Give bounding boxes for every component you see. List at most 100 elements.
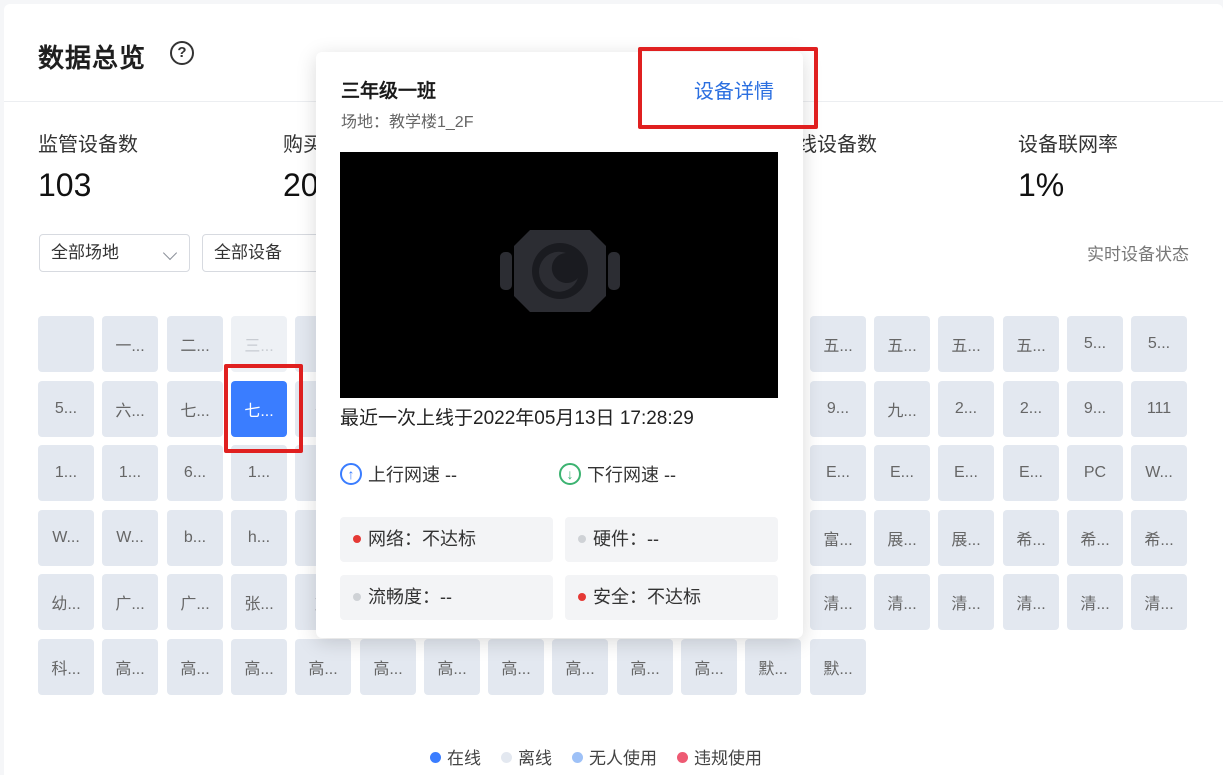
stat-label: 监管设备数 (38, 134, 138, 156)
device-tile[interactable]: 广... (102, 574, 158, 630)
security-status: 安全：不达标 (565, 575, 778, 620)
device-tile[interactable]: 1... (102, 445, 158, 501)
status-legend: 在线 离线 无人使用 违规使用 (430, 744, 762, 769)
device-tile[interactable]: 希... (1131, 510, 1187, 566)
arrow-down-icon: ↓ (559, 463, 581, 485)
device-tile[interactable]: 七... (167, 381, 223, 437)
device-tile[interactable]: 展... (938, 510, 994, 566)
device-tile[interactable]: 高... (360, 639, 416, 695)
fluency-status: 流畅度：-- (340, 575, 553, 620)
device-tile[interactable]: 展... (874, 510, 930, 566)
legend-violation: 违规使用 (677, 744, 762, 769)
device-tile[interactable]: W... (1131, 445, 1187, 501)
device-tile[interactable]: 高... (617, 639, 673, 695)
stat-monitored-devices: 监管设备数 103 (38, 128, 138, 204)
device-tile[interactable]: 默... (745, 639, 801, 695)
security-label: 安全：不达标 (593, 587, 701, 607)
device-tile[interactable]: E... (810, 445, 866, 501)
device-tile[interactable]: 2... (1003, 381, 1059, 437)
arrow-up-icon: ↑ (340, 463, 362, 485)
device-tile[interactable]: 默... (810, 639, 866, 695)
device-tile[interactable] (38, 316, 94, 372)
device-tile[interactable]: 清... (874, 574, 930, 630)
hardware-label: 硬件：-- (593, 529, 659, 549)
device-tile[interactable]: 科... (38, 639, 94, 695)
device-tile[interactable]: 1... (38, 445, 94, 501)
device-tile[interactable]: 五... (1003, 316, 1059, 372)
device-tile[interactable]: 富... (810, 510, 866, 566)
device-tile[interactable]: 一... (102, 316, 158, 372)
device-tile[interactable]: 三... (231, 316, 287, 372)
device-tile[interactable]: 五... (810, 316, 866, 372)
device-tile[interactable]: 六... (102, 381, 158, 437)
legend-dot (501, 752, 512, 763)
device-tile[interactable]: W... (102, 510, 158, 566)
question-circle-icon[interactable]: ? (170, 41, 194, 65)
device-tile[interactable]: 高... (552, 639, 608, 695)
device-tile[interactable]: 清... (1131, 574, 1187, 630)
hardware-status: 硬件：-- (565, 517, 778, 562)
realtime-status-label: 实时设备状态 (1087, 245, 1189, 264)
download-speed: ↓ 下行网速 -- (559, 461, 676, 487)
device-tile[interactable]: 九... (874, 381, 930, 437)
stat-online-devices: 线设备数 (797, 128, 877, 167)
stat-value: 1% (1018, 167, 1065, 203)
device-tile[interactable]: 五... (938, 316, 994, 372)
device-tile[interactable]: 七... (231, 381, 287, 437)
video-preview[interactable] (340, 152, 778, 398)
chevron-down-icon (162, 245, 178, 261)
status-dot-red (578, 593, 586, 601)
stat-label: 设备联网率 (1018, 134, 1118, 156)
device-tile[interactable]: 高... (231, 639, 287, 695)
device-tile[interactable]: 广... (167, 574, 223, 630)
device-tile[interactable]: 高... (295, 639, 351, 695)
device-tile[interactable]: 希... (1003, 510, 1059, 566)
device-tile[interactable]: 9... (810, 381, 866, 437)
device-tile[interactable]: 清... (1067, 574, 1123, 630)
stat-label: 线设备数 (797, 134, 877, 156)
device-tile[interactable]: W... (38, 510, 94, 566)
device-tile[interactable]: 5... (1131, 316, 1187, 372)
device-tile[interactable]: E... (938, 445, 994, 501)
device-select-value: 全部设备 (214, 243, 282, 262)
legend-label: 离线 (518, 749, 552, 768)
device-tile[interactable]: 5... (38, 381, 94, 437)
device-tile[interactable]: 五... (874, 316, 930, 372)
device-tile[interactable]: 幼... (38, 574, 94, 630)
device-tile[interactable]: 清... (810, 574, 866, 630)
device-tile[interactable]: 高... (488, 639, 544, 695)
fluency-label: 流畅度：-- (368, 587, 452, 607)
device-tile[interactable]: 9... (1067, 381, 1123, 437)
device-tile[interactable]: PC (1067, 445, 1123, 501)
network-label: 网络：不达标 (368, 529, 476, 549)
device-tile[interactable]: 5... (1067, 316, 1123, 372)
device-tile[interactable]: E... (874, 445, 930, 501)
device-tile[interactable]: 1... (231, 445, 287, 501)
device-tile[interactable]: E... (1003, 445, 1059, 501)
device-tile[interactable]: 6... (167, 445, 223, 501)
device-tile[interactable]: 高... (681, 639, 737, 695)
device-select[interactable]: 全部设备 (202, 234, 332, 272)
device-tile[interactable]: 2... (938, 381, 994, 437)
device-tile[interactable]: 高... (424, 639, 480, 695)
upload-label: 上行网速 -- (368, 465, 457, 485)
legend-idle: 无人使用 (572, 744, 657, 769)
legend-dot (430, 752, 441, 763)
venue-select[interactable]: 全部场地 (39, 234, 190, 272)
device-tile[interactable]: 清... (938, 574, 994, 630)
legend-label: 违规使用 (694, 749, 762, 768)
device-tile[interactable]: 清... (1003, 574, 1059, 630)
status-dot-red (353, 535, 361, 543)
device-tile[interactable]: 张... (231, 574, 287, 630)
device-tile[interactable]: b... (167, 510, 223, 566)
device-tile[interactable]: 高... (167, 639, 223, 695)
legend-online: 在线 (430, 744, 481, 769)
device-tile[interactable]: 二... (167, 316, 223, 372)
page-title: 数据总览 (38, 43, 147, 73)
device-tile[interactable]: 111 (1131, 381, 1187, 437)
device-tile[interactable]: 希... (1067, 510, 1123, 566)
device-tile[interactable]: h... (231, 510, 287, 566)
device-detail-link[interactable]: 设备详情 (694, 75, 774, 104)
device-tile[interactable]: 高... (102, 639, 158, 695)
legend-label: 在线 (447, 749, 481, 768)
